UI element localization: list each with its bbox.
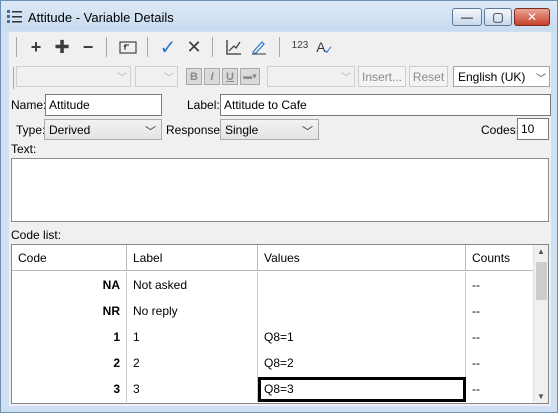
dialog-client-area: + ✚ − ✓ ✕ 123 A ✓ ﹀ ﹀ B I U ▬▾ ﹀ Insert.… [9, 32, 551, 406]
scroll-up-icon[interactable]: ▲ [537, 247, 545, 256]
toolbar-separator [212, 37, 213, 57]
toolbar-separator [13, 67, 14, 89]
code-list-label: Code list: [11, 228, 62, 242]
bold-button[interactable]: B [186, 68, 202, 85]
name-label: Name: [11, 98, 47, 112]
variable-list-icon [7, 10, 22, 23]
counts-cell: -- [472, 304, 480, 318]
code-list-grid[interactable]: Code Label Values Counts NA Not asked --… [11, 244, 549, 404]
grid-header: Code Label Values Counts [12, 245, 534, 271]
cancel-icon[interactable]: ✕ [184, 37, 204, 57]
variable-details-window: Attitude - Variable Details — ▢ ✕ + ✚ − … [0, 0, 558, 413]
counts-cell: -- [472, 356, 480, 370]
style-combo[interactable]: ﹀ [267, 66, 355, 87]
table-row[interactable]: 2 2 Q8=2 -- [12, 350, 534, 376]
toolbar-separator [16, 37, 17, 57]
chevron-down-icon: ﹀ [164, 73, 174, 84]
label-cell[interactable]: 1 [127, 324, 258, 350]
return-to-parent-icon[interactable] [118, 37, 138, 57]
main-toolbar: + ✚ − ✓ ✕ 123 A ✓ [9, 32, 551, 62]
label-cell[interactable]: 3 [127, 376, 258, 402]
code-cell[interactable]: 3 [12, 376, 127, 402]
code-cell[interactable]: 1 [12, 324, 127, 350]
response-value: Single [225, 123, 259, 137]
label-cell[interactable]: 2 [127, 350, 258, 376]
selected-cell-outline [258, 377, 466, 402]
close-icon: ✕ [526, 10, 538, 24]
values-cell[interactable] [258, 298, 466, 324]
minimize-button[interactable]: — [452, 8, 482, 26]
title-bar[interactable]: Attitude - Variable Details — ▢ ✕ [1, 1, 557, 31]
toolbar-separator [279, 37, 280, 57]
scrollbar-thumb[interactable] [536, 262, 547, 300]
text-color-button[interactable]: ▬▾ [240, 68, 260, 85]
chevron-down-icon: ﹀ [145, 126, 156, 138]
response-select[interactable]: Single ﹀ [220, 119, 319, 140]
maximize-button[interactable]: ▢ [484, 8, 512, 26]
type-select[interactable]: Derived ﹀ [44, 119, 162, 140]
label-label: Label: [187, 98, 220, 112]
minimize-icon: — [461, 10, 473, 24]
text-label: Text: [11, 142, 37, 156]
italic-button[interactable]: I [204, 68, 220, 85]
counts-cell: -- [472, 330, 480, 344]
table-row[interactable]: NA Not asked -- [12, 272, 534, 298]
scroll-down-icon[interactable]: ▼ [537, 392, 545, 401]
column-header-values[interactable]: Values [258, 245, 466, 271]
counts-cell: -- [472, 382, 480, 396]
window-title: Attitude - Variable Details [28, 10, 174, 25]
type-label: Type: [16, 123, 46, 137]
table-row[interactable]: 1 1 Q8=1 -- [12, 324, 534, 350]
codes-label: Codes: [481, 123, 520, 137]
column-header-counts[interactable]: Counts [466, 245, 534, 271]
add-multiple-codes-icon[interactable]: ✚ [52, 37, 72, 57]
language-select[interactable]: English (UK) ﹀ [453, 66, 550, 87]
chevron-down-icon: ﹀ [117, 73, 127, 84]
toolbar-separator [147, 37, 148, 57]
chart-edit-icon[interactable] [224, 37, 244, 57]
type-value: Derived [49, 123, 91, 137]
insert-button[interactable]: Insert... [358, 66, 406, 87]
label-cell[interactable]: Not asked [127, 272, 258, 298]
numbering-icon[interactable]: 123 [290, 35, 310, 55]
label-cell[interactable]: No reply [127, 298, 258, 324]
format-toolbar: ﹀ ﹀ B I U ▬▾ ﹀ Insert... Reset English (… [9, 62, 551, 90]
counts-cell: -- [472, 278, 480, 292]
font-size-combo[interactable]: ﹀ [135, 66, 178, 87]
pen-edit-icon[interactable] [249, 37, 269, 57]
column-header-label[interactable]: Label [127, 245, 258, 271]
reset-button[interactable]: Reset [409, 66, 448, 87]
table-row[interactable]: 3 3 Q8=3 -- [12, 376, 534, 402]
toolbar-separator [106, 37, 107, 57]
text-area[interactable] [11, 158, 549, 222]
values-cell[interactable]: Q8=2 [258, 350, 466, 376]
add-code-icon[interactable]: + [26, 37, 46, 57]
column-header-code[interactable]: Code [12, 245, 127, 271]
accept-icon[interactable]: ✓ [158, 37, 178, 59]
maximize-icon: ▢ [492, 10, 504, 24]
underline-button[interactable]: U [222, 68, 238, 85]
codes-input[interactable]: 10 [517, 118, 549, 140]
response-label: Response: [166, 123, 224, 137]
font-name-combo[interactable]: ﹀ [16, 66, 131, 87]
table-row[interactable]: NR No reply -- [12, 298, 534, 324]
spellcheck-icon[interactable]: A ✓ [315, 37, 335, 57]
values-cell[interactable]: Q8=1 [258, 324, 466, 350]
name-input[interactable]: Attitude [45, 94, 162, 116]
values-cell[interactable] [258, 272, 466, 298]
vertical-scrollbar[interactable]: ▲ ▼ [533, 245, 548, 403]
code-cell[interactable]: NA [12, 272, 127, 298]
code-cell[interactable]: NR [12, 298, 127, 324]
chevron-down-icon: ﹀ [341, 73, 351, 84]
chevron-down-icon: ﹀ [302, 126, 313, 138]
label-input[interactable]: Attitude to Cafe [220, 94, 551, 116]
code-cell[interactable]: 2 [12, 350, 127, 376]
language-value: English (UK) [458, 70, 526, 84]
close-button[interactable]: ✕ [514, 8, 550, 26]
chevron-down-icon: ﹀ [536, 74, 546, 85]
remove-code-icon[interactable]: − [78, 37, 98, 57]
